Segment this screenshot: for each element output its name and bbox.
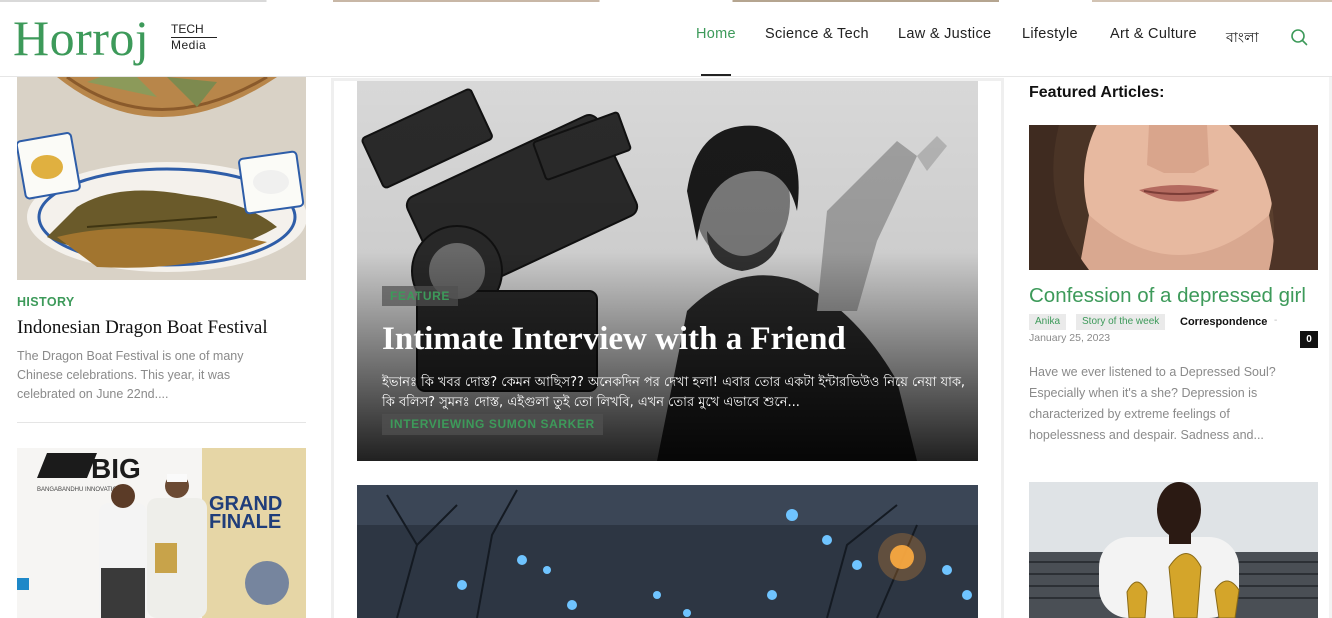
publish-date: January 25, 2023 [1029,332,1111,344]
nav-lifestyle[interactable]: Lifestyle [1022,26,1078,42]
football-legend-image[interactable] [1029,482,1318,618]
logo-wordmark: Horroj [13,10,150,66]
hero-excerpt: ইভানঃ কি খবর দোস্ত? কেমন আছিস?? অনেকদিন … [382,375,966,410]
separator: - [1274,315,1278,326]
nav-art-culture[interactable]: Art & Culture [1110,26,1197,42]
featured-heading: Featured Articles: [1029,84,1165,101]
dragon-festival-image[interactable] [17,77,306,280]
hero-category-tag[interactable]: FEATURE [382,286,458,306]
search-icon[interactable] [1290,28,1308,46]
nav-law-justice[interactable]: Law & Justice [898,26,991,42]
nav-science-tech[interactable]: Science & Tech [765,26,869,42]
finale-text: FINALE [209,511,281,533]
big-logo-text: BIG [91,453,141,484]
logo-tech: TECH [171,22,217,38]
hero-title[interactable]: Intimate Interview with a Friend [382,321,972,358]
divider [17,422,306,423]
grand-finale-image[interactable]: BIG BANGABANDHU INNOVATION GRAND FINALE [17,448,306,618]
hero-author-tag[interactable]: INTERVIEWING SUMON SARKER [382,414,603,435]
nav-active-indicator [701,74,731,76]
left-column: HISTORY Indonesian Dragon Boat Festival … [0,77,322,618]
featured-article-title[interactable]: Confession of a depressed girl [1029,284,1306,308]
site-header: Horroj TECH Media Home Science & Tech La… [0,0,1332,77]
top-image-strip [0,0,1332,2]
tag-story-of-the-week[interactable]: Story of the week [1076,314,1166,330]
featured-article-excerpt: Have we ever listened to a Depressed Sou… [1029,365,1276,442]
logo-media: Media [171,38,207,52]
comment-count-badge[interactable]: 0 [1300,331,1318,348]
second-article-image[interactable] [357,485,978,618]
page: Horroj TECH Media Home Science & Tech La… [0,0,1332,618]
innovation-text: BANGABANDHU INNOVATION [37,487,121,493]
nav-bangla[interactable]: বাংলা [1226,26,1259,50]
logo-subtitle: TECH Media [171,22,217,53]
category-link[interactable]: Correspondence [1180,314,1267,330]
depressed-girl-image[interactable] [1029,125,1318,270]
article-excerpt: The Dragon Boat Festival is one of many … [17,349,244,401]
tag-author[interactable]: Anika [1029,314,1067,330]
nav-home[interactable]: Home [696,26,736,42]
category-label[interactable]: HISTORY [17,295,75,309]
article-title[interactable]: Indonesian Dragon Boat Festival [17,317,317,339]
